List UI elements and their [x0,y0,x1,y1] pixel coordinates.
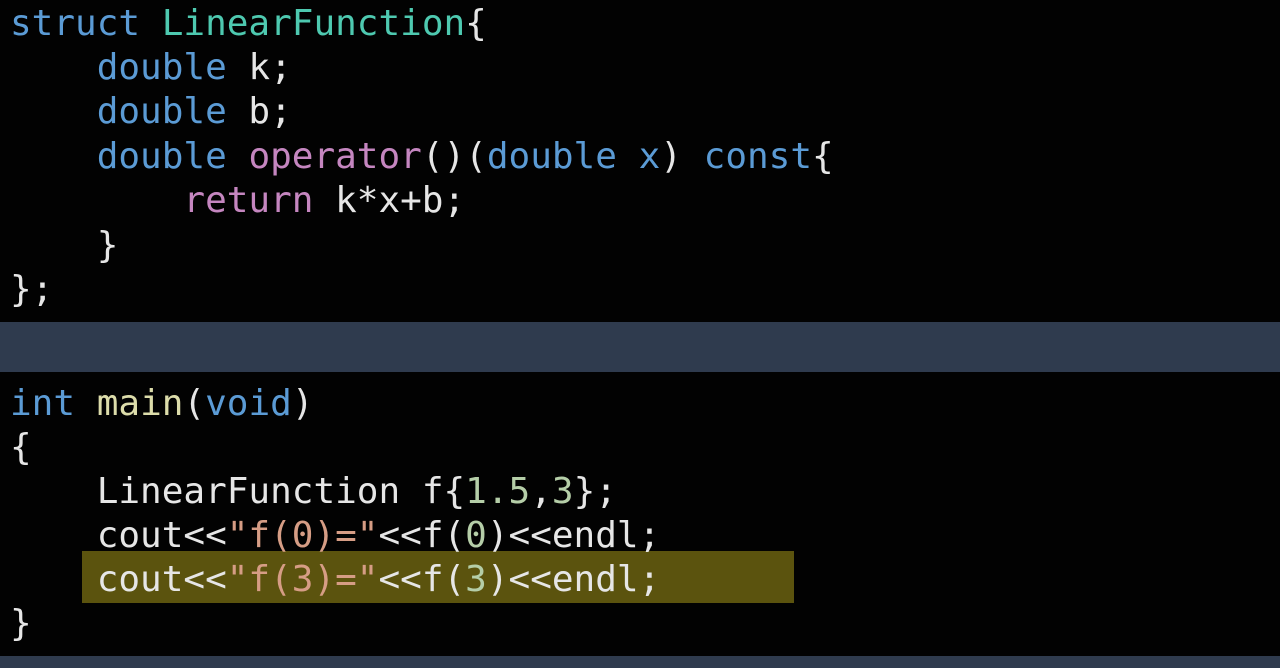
function-name: main [96,383,184,424]
string-literal: "f(3)=" [226,559,379,600]
string-literal: "f(0)=" [226,515,379,556]
parens-close: ) [660,136,704,177]
call-open: <<f( [378,515,466,556]
code-line-cout-f3: cout<<"f(3)="<<f(3)<<endl; [10,558,661,602]
code-line-operator: double operator()(double x) const{ [10,135,834,179]
call-open: <<f( [378,559,466,600]
keyword-double: double [96,136,227,177]
code-line-main-decl: int main(void) [10,382,314,426]
number-literal: 1.5 [465,471,531,512]
keyword-double: double [96,91,227,132]
code-line-cout-f0: cout<<"f(0)="<<f(0)<<endl; [10,514,661,558]
code-line-struct-decl: struct LinearFunction{ [10,2,487,46]
cout-stream: cout<< [96,559,227,600]
close-brace: } [96,225,119,266]
code-line-member-k: double k; [10,46,292,90]
expression: k*x+b; [313,180,466,221]
open-brace: { [10,427,32,468]
parens: ()( [421,136,487,177]
keyword-double: double [486,136,617,177]
call-close: )<<endl; [486,515,661,556]
number-literal: 3 [465,559,487,600]
member-decl: k; [226,47,292,88]
pane-divider[interactable] [0,322,1280,372]
keyword-double: double [96,47,227,88]
type-name: LinearFunction [161,3,466,44]
code-line-construct: LinearFunction f{1.5,3}; [10,470,617,514]
keyword-return: return [183,180,314,221]
keyword-struct: struct [10,3,141,44]
number-literal: 3 [551,471,574,512]
bottom-divider [0,656,1280,668]
code-line-open-main: { [10,426,32,470]
param-x: x [638,136,661,177]
type-name: LinearFunction [96,471,401,512]
comma: , [530,471,552,512]
code-line-member-b: double b; [10,90,292,134]
paren-close: ) [291,383,314,424]
code-line-close-main: } [10,602,32,646]
code-line-close-struct: }; [10,268,53,312]
open-brace: { [465,3,487,44]
open-brace: { [812,136,834,177]
cout-stream: cout<< [96,515,227,556]
keyword-operator: operator [248,136,422,177]
close-brace: } [10,603,32,644]
var-init: f{ [400,471,466,512]
keyword-void: void [205,383,292,424]
number-literal: 0 [465,515,487,556]
member-decl: b; [226,91,292,132]
code-line-close-fn: } [10,224,119,268]
keyword-const: const [703,136,813,177]
code-pane-struct[interactable]: struct LinearFunction{ double k; double … [0,0,1280,322]
call-close: )<<endl; [486,559,661,600]
keyword-int: int [10,383,76,424]
code-line-return: return k*x+b; [10,179,465,223]
close-brace: }; [10,269,54,310]
paren-open: ( [183,383,206,424]
close-init: }; [573,471,617,512]
code-pane-main[interactable]: int main(void) { LinearFunction f{1.5,3}… [0,372,1280,656]
